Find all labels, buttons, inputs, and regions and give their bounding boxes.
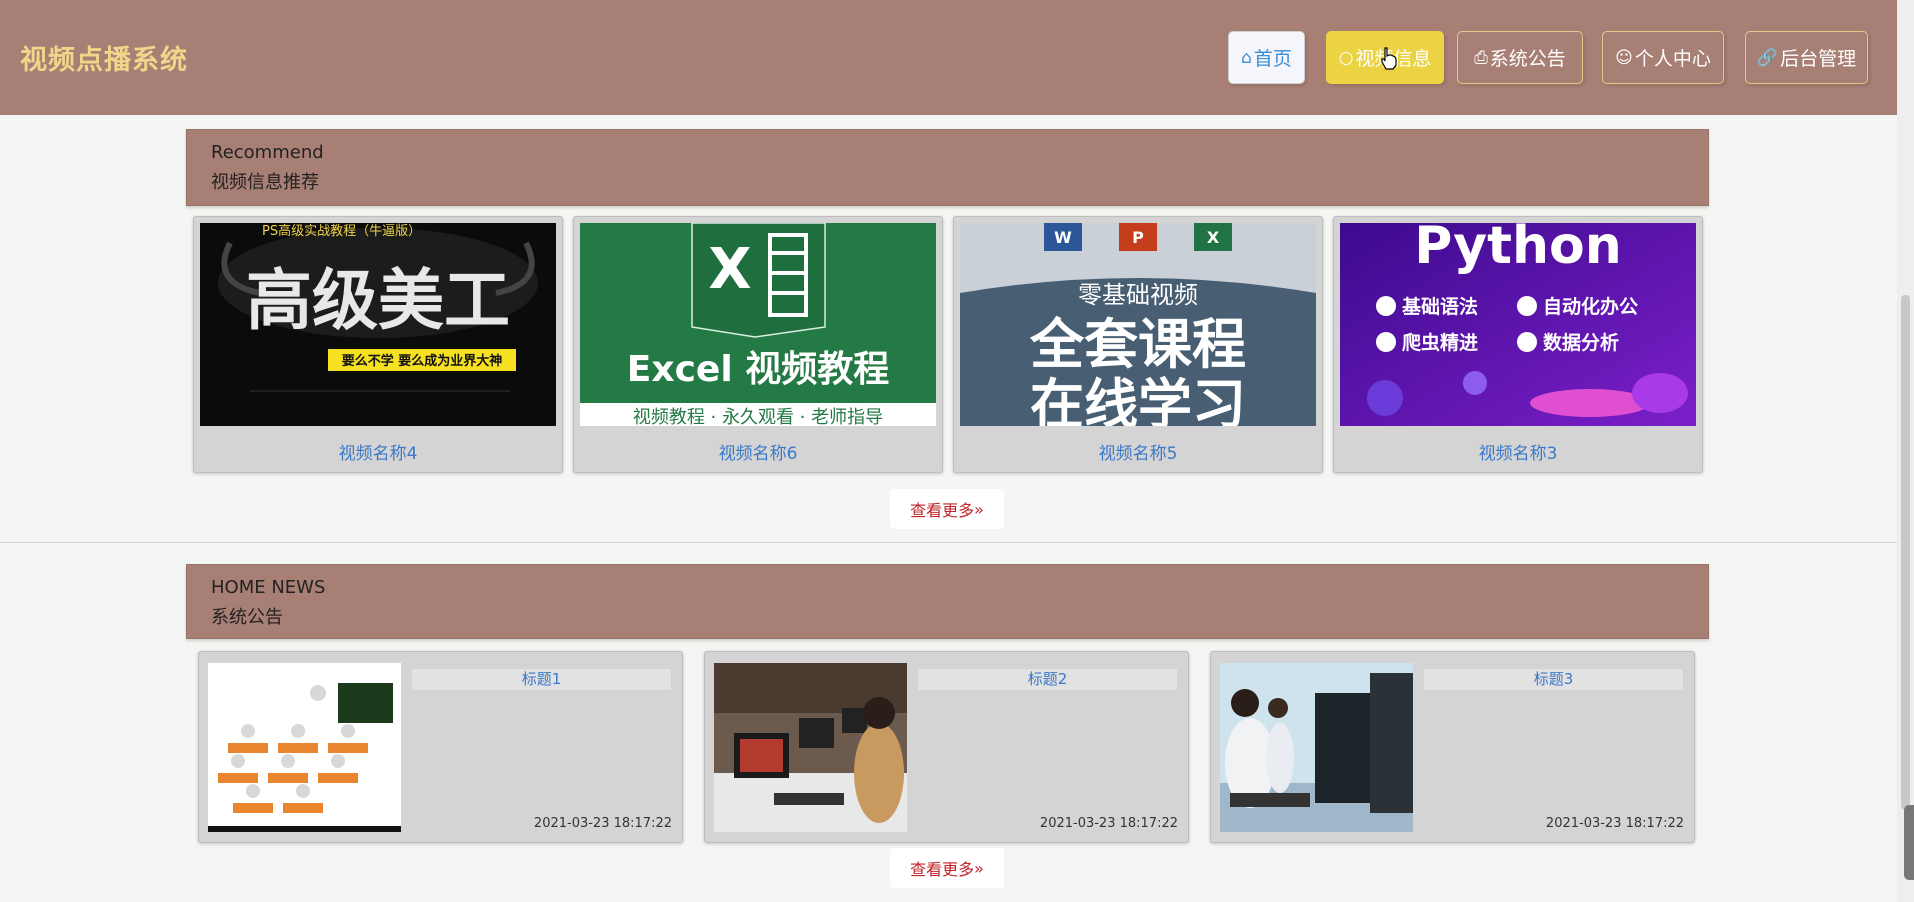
thumb-python-b1: 基础语法 <box>1401 295 1478 318</box>
news-more-label: 查看更多 <box>910 860 975 879</box>
news-date: 2021-03-23 18:17:22 <box>1039 816 1178 831</box>
scrollbar-thumb[interactable] <box>1901 295 1910 810</box>
video-name[interactable]: 视频名称3 <box>1334 439 1702 464</box>
video-card[interactable]: Python 基础语法 自动化办公 爬虫精进 数据分析 视频名称3 <box>1333 216 1703 473</box>
thumb-python-b3: 爬虫精进 <box>1401 331 1478 354</box>
thumb-python-b2: 自动化办公 <box>1543 295 1638 318</box>
printer-icon: ⎙ <box>1474 47 1488 68</box>
thumb-course-top: 零基础视频 <box>1078 281 1198 309</box>
news-thumbnail[interactable] <box>1220 663 1413 832</box>
recommend-title-zh: 视频信息推荐 <box>211 172 319 193</box>
video-name[interactable]: 视频名称4 <box>194 439 562 464</box>
news-date: 2021-03-23 18:17:22 <box>1545 816 1684 831</box>
nav-announcement-button[interactable]: ⎙ 系统公告 <box>1457 31 1583 84</box>
nav-personal-center-button[interactable]: ☺ 个人中心 <box>1602 31 1724 84</box>
news-more-button[interactable]: 查看更多» <box>890 848 1004 888</box>
news-title[interactable]: 标题2 <box>918 669 1177 690</box>
nav-personal-center-label: 个人中心 <box>1634 48 1711 70</box>
news-card[interactable]: 标题1 2021-03-23 18:17:22 <box>198 651 683 843</box>
double-chevron-right-icon: » <box>974 858 984 878</box>
svg-text:X: X <box>1207 228 1220 247</box>
top-header: 视频点播系统 ⌂首页 ○视频信息 ⎙系统公告 ☺个人中心 🔗后台管理 <box>0 0 1897 115</box>
news-title-zh: 系统公告 <box>211 607 283 628</box>
news-card[interactable]: 标题3 2021-03-23 18:17:22 <box>1210 651 1695 843</box>
thumb-python-main: Python <box>1414 223 1622 276</box>
news-thumbnail[interactable] <box>208 663 401 832</box>
nav-home-button[interactable]: ⌂ 首页 <box>1228 31 1305 84</box>
video-thumbnail[interactable]: PS高级实战教程（牛逼版） 高级美工 要么不学 要么成为业界大神 <box>200 223 556 426</box>
nav-home-label: 首页 <box>1253 48 1292 70</box>
thumb-python-b4: 数据分析 <box>1543 331 1619 354</box>
video-name[interactable]: 视频名称5 <box>954 439 1322 464</box>
recommend-more-label: 查看更多 <box>910 501 975 520</box>
thumb-course-main: 全套课程 <box>1029 313 1246 376</box>
news-title[interactable]: 标题3 <box>1424 669 1683 690</box>
video-name[interactable]: 视频名称6 <box>574 439 942 464</box>
home-icon: ⌂ <box>1241 47 1252 68</box>
video-thumbnail[interactable]: Python 基础语法 自动化办公 爬虫精进 数据分析 <box>1340 223 1696 426</box>
hand-cursor-icon <box>1381 47 1397 70</box>
video-card[interactable]: PS高级实战教程（牛逼版） 高级美工 要么不学 要么成为业界大神 视频名称4 <box>193 216 563 473</box>
svg-text:W: W <box>1054 228 1072 247</box>
news-title[interactable]: 标题1 <box>412 669 671 690</box>
thumb-excel-main: Excel 视频教程 <box>627 349 889 390</box>
thumb-ps-main: 高级美工 <box>246 262 510 339</box>
double-chevron-right-icon: » <box>974 499 984 519</box>
user-icon: ☺ <box>1615 47 1633 68</box>
circle-icon: ○ <box>1338 47 1354 68</box>
video-card[interactable]: X Excel 视频教程 视频教程 · 永久观看 · 老师指导 视频名称6 <box>573 216 943 473</box>
thumb-ps-tag: 要么不学 要么成为业界大神 <box>342 353 503 369</box>
thumb-course-sub: 在线学习 <box>1030 373 1246 426</box>
thumb-ps-top: PS高级实战教程（牛逼版） <box>262 223 421 239</box>
news-card[interactable]: 标题2 2021-03-23 18:17:22 <box>704 651 1189 843</box>
video-thumbnail[interactable]: X Excel 视频教程 视频教程 · 永久观看 · 老师指导 <box>580 223 936 426</box>
video-thumbnail[interactable]: W P X 零基础视频 全套课程 在线学习 <box>960 223 1316 426</box>
thumb-excel-sub: 视频教程 · 永久观看 · 老师指导 <box>633 407 883 426</box>
nav-admin-button[interactable]: 🔗 后台管理 <box>1745 31 1868 84</box>
section-divider <box>0 542 1897 543</box>
svg-text:P: P <box>1132 228 1144 247</box>
link-icon: 🔗 <box>1756 47 1779 68</box>
recommend-more-button[interactable]: 查看更多» <box>890 489 1004 529</box>
news-thumbnail[interactable] <box>714 663 907 832</box>
news-title-en: HOME NEWS <box>211 577 326 598</box>
news-section-header: HOME NEWS 系统公告 <box>186 564 1709 639</box>
nav-announcement-label: 系统公告 <box>1489 48 1566 70</box>
news-date: 2021-03-23 18:17:22 <box>533 816 672 831</box>
recommend-section-header: Recommend 视频信息推荐 <box>186 129 1709 206</box>
excel-x-icon: X <box>708 237 751 302</box>
site-logo: 视频点播系统 <box>20 45 188 76</box>
video-card[interactable]: W P X 零基础视频 全套课程 在线学习 视频名称5 <box>953 216 1323 473</box>
scrollbar-edge-handle[interactable] <box>1904 805 1914 880</box>
nav-admin-label: 后台管理 <box>1780 48 1857 70</box>
recommend-title-en: Recommend <box>211 142 324 163</box>
